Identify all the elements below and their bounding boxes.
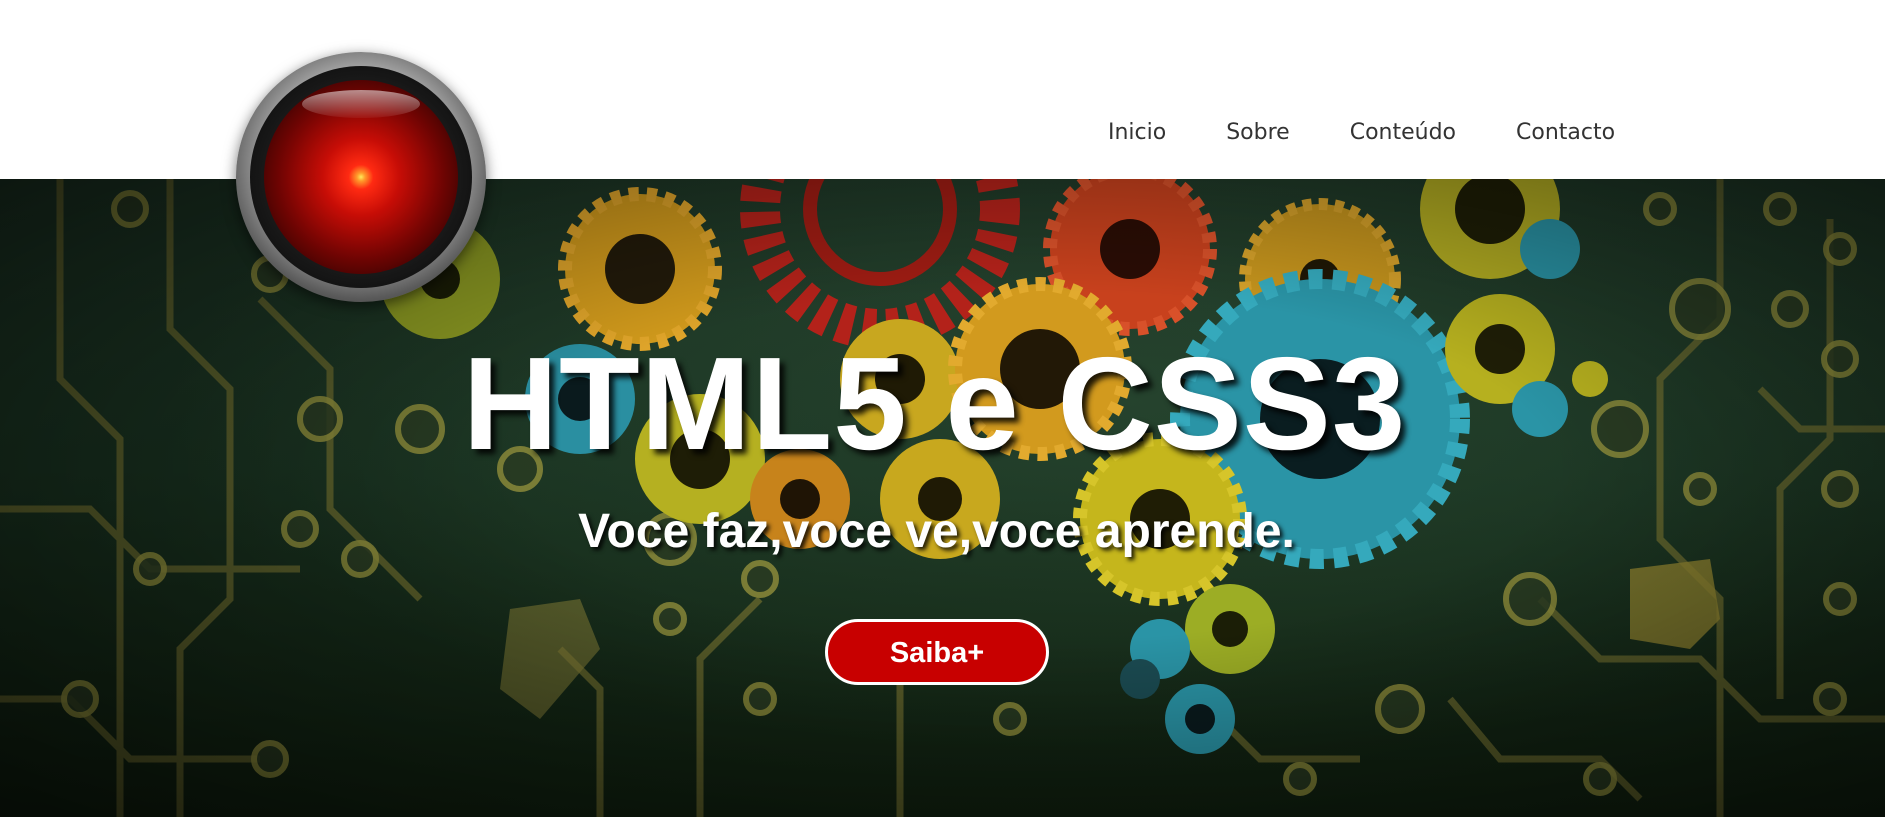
- hero-subtitle: Voce faz,voce ve,voce aprende.: [578, 505, 1295, 558]
- main-nav: Inicio Sobre Conteúdo Contacto: [1108, 116, 1615, 150]
- hal-eye-logo-icon[interactable]: [236, 52, 486, 302]
- nav-link-inicio[interactable]: Inicio: [1108, 116, 1166, 150]
- nav-link-contacto[interactable]: Contacto: [1516, 116, 1615, 150]
- nav-link-conteudo[interactable]: Conteúdo: [1350, 116, 1456, 150]
- nav-link-sobre[interactable]: Sobre: [1226, 116, 1290, 150]
- hero-title: HTML5 e CSS3: [462, 330, 1407, 477]
- saiba-mais-button[interactable]: Saiba+: [825, 619, 1049, 685]
- logo-glare: [302, 90, 420, 118]
